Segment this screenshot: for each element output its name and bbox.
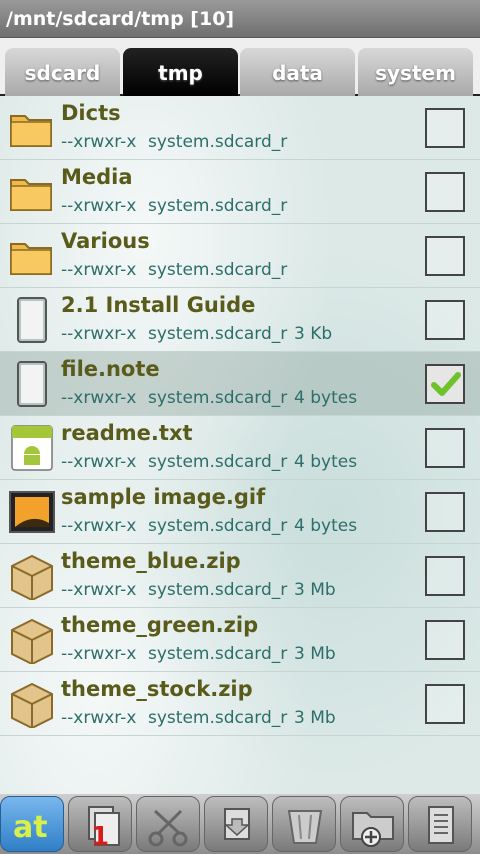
folder-icon bbox=[8, 232, 56, 280]
archive-box-icon bbox=[8, 680, 56, 730]
file-name: readme.txt bbox=[61, 421, 193, 445]
tab-bar: sdcard tmp data system bbox=[0, 38, 480, 96]
copy-pane-button[interactable]: 1 bbox=[68, 796, 132, 852]
file-permissions: --xrwxr-x bbox=[61, 516, 137, 536]
tab-label: sdcard bbox=[24, 61, 101, 85]
file-name: Media bbox=[61, 165, 133, 189]
file-owner: system.sdcard_r bbox=[148, 452, 288, 472]
archive-box-icon bbox=[8, 616, 56, 666]
file-owner: system.sdcard_r bbox=[148, 132, 288, 152]
tab-data[interactable]: data bbox=[240, 48, 355, 96]
file-row[interactable]: file.note --xrwxr-x system.sdcard_r 4 bytes bbox=[0, 352, 480, 416]
file-permissions: --xrwxr-x bbox=[61, 260, 137, 280]
checkmark-icon bbox=[431, 372, 461, 396]
file-permissions: --xrwxr-x bbox=[61, 644, 137, 664]
android-text-icon bbox=[8, 424, 56, 472]
archive-box-icon bbox=[8, 552, 56, 602]
select-checkbox[interactable] bbox=[425, 108, 465, 148]
file-row[interactable]: theme_blue.zip --xrwxr-x system.sdcard_r 3 … bbox=[0, 544, 480, 608]
file-name: Various bbox=[61, 229, 150, 253]
select-checkbox[interactable] bbox=[425, 684, 465, 724]
file-name: theme_green.zip bbox=[61, 613, 259, 637]
tab-tmp[interactable]: tmp bbox=[123, 48, 238, 96]
select-checkbox[interactable] bbox=[425, 556, 465, 596]
file-name: theme_stock.zip bbox=[61, 677, 253, 701]
menu-button[interactable] bbox=[408, 796, 472, 852]
trash-icon bbox=[287, 810, 323, 844]
file-owner: system.sdcard_r bbox=[148, 388, 288, 408]
file-name: Dicts bbox=[61, 101, 121, 125]
file-permissions: --xrwxr-x bbox=[61, 132, 137, 152]
file-name: 2.1 Install Guide bbox=[61, 293, 256, 317]
pane-number: 1 bbox=[91, 822, 109, 852]
file-size: 3 Mb bbox=[294, 580, 336, 600]
file-permissions: --xrwxr-x bbox=[61, 324, 137, 344]
select-checkbox[interactable] bbox=[425, 364, 465, 404]
file-name: theme_blue.zip bbox=[61, 549, 241, 573]
select-checkbox[interactable] bbox=[425, 172, 465, 212]
delete-button[interactable] bbox=[272, 796, 336, 852]
file-owner: system.sdcard_r bbox=[148, 580, 288, 600]
file-owner: system.sdcard_r bbox=[148, 708, 288, 728]
document-icon bbox=[8, 296, 56, 344]
svg-text:at: at bbox=[13, 810, 48, 845]
file-size: 4 bytes bbox=[294, 516, 358, 536]
new-folder-icon bbox=[352, 812, 394, 847]
current-path: /mnt/sdcard/tmp [10] bbox=[6, 8, 235, 30]
file-name: sample image.gif bbox=[61, 485, 266, 509]
new-folder-button[interactable] bbox=[340, 796, 404, 852]
app-logo-icon: at bbox=[13, 810, 48, 845]
file-row[interactable]: theme_green.zip --xrwxr-x system.sdcard_r 3… bbox=[0, 608, 480, 672]
file-permissions: --xrwxr-x bbox=[61, 196, 137, 216]
title-bar: /mnt/sdcard/tmp [10] bbox=[0, 0, 480, 38]
image-icon bbox=[8, 488, 56, 536]
file-size: 4 bytes bbox=[294, 388, 358, 408]
tab-sdcard[interactable]: sdcard bbox=[5, 48, 120, 96]
copy-pane-icon: 1 bbox=[88, 806, 120, 852]
file-row[interactable]: theme_stock.zip --xrwxr-x system.sdcard_r 3… bbox=[0, 672, 480, 736]
tab-system[interactable]: system bbox=[358, 48, 473, 96]
scissors-icon bbox=[148, 809, 188, 847]
file-owner: system.sdcard_r bbox=[148, 196, 288, 216]
file-size: 3 Kb bbox=[294, 324, 333, 344]
move-down-icon bbox=[224, 808, 250, 840]
file-owner: system.sdcard_r bbox=[148, 324, 288, 344]
select-checkbox[interactable] bbox=[425, 300, 465, 340]
file-row[interactable]: readme.txt --xrwxr-x system.sdcard_r 4 byte… bbox=[0, 416, 480, 480]
file-size: 3 Mb bbox=[294, 708, 336, 728]
menu-list-icon bbox=[428, 806, 454, 844]
file-row[interactable]: 2.1 Install Guide --xrwxr-x system.sdcard_… bbox=[0, 288, 480, 352]
tab-label: system bbox=[375, 61, 456, 85]
move-button[interactable] bbox=[204, 796, 268, 852]
file-owner: system.sdcard_r bbox=[148, 260, 288, 280]
file-row[interactable]: sample image.gif --xrwxr-x system.sdcard_r… bbox=[0, 480, 480, 544]
file-owner: system.sdcard_r bbox=[148, 644, 288, 664]
tab-label: data bbox=[272, 61, 323, 85]
file-owner: system.sdcard_r bbox=[148, 516, 288, 536]
file-list[interactable]: Dicts --xrwxr-x system.sdcard_r Media --xrwx… bbox=[0, 96, 480, 794]
select-checkbox[interactable] bbox=[425, 620, 465, 660]
file-row[interactable]: Dicts --xrwxr-x system.sdcard_r bbox=[0, 96, 480, 160]
file-size: 3 Mb bbox=[294, 644, 336, 664]
select-checkbox[interactable] bbox=[425, 236, 465, 276]
file-name: file.note bbox=[61, 357, 160, 381]
file-row[interactable]: Media --xrwxr-x system.sdcard_r bbox=[0, 160, 480, 224]
bottom-toolbar: at 1 bbox=[0, 794, 480, 854]
file-size: 4 bytes bbox=[294, 452, 358, 472]
document-icon bbox=[8, 360, 56, 408]
app-logo-button[interactable]: at bbox=[0, 796, 64, 852]
folder-icon bbox=[8, 104, 56, 152]
file-permissions: --xrwxr-x bbox=[61, 708, 137, 728]
folder-icon bbox=[8, 168, 56, 216]
file-permissions: --xrwxr-x bbox=[61, 452, 137, 472]
select-checkbox[interactable] bbox=[425, 492, 465, 532]
file-permissions: --xrwxr-x bbox=[61, 580, 137, 600]
cut-button[interactable] bbox=[136, 796, 200, 852]
file-row[interactable]: Various --xrwxr-x system.sdcard_r bbox=[0, 224, 480, 288]
file-permissions: --xrwxr-x bbox=[61, 388, 137, 408]
select-checkbox[interactable] bbox=[425, 428, 465, 468]
tab-label: tmp bbox=[158, 61, 203, 85]
